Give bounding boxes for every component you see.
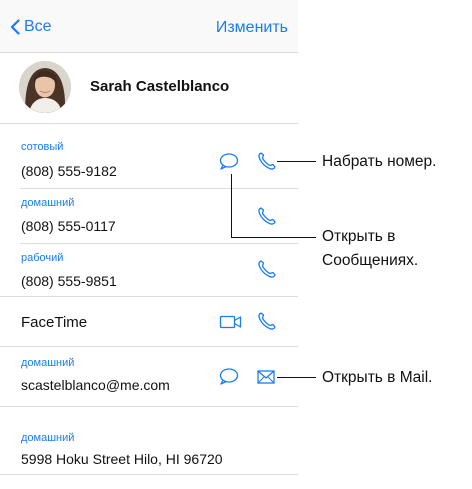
contact-header: Sarah Castelblanco bbox=[0, 53, 298, 123]
email-address[interactable]: scastelblanco@me.com bbox=[21, 377, 170, 393]
back-button[interactable]: Все bbox=[10, 18, 52, 36]
address-label: домашний bbox=[21, 432, 75, 444]
back-button-label: Все bbox=[24, 18, 52, 35]
message-icon[interactable] bbox=[218, 367, 240, 387]
callout-line-dial bbox=[277, 161, 316, 162]
divider bbox=[0, 346, 298, 347]
callout-messages-line2: Сообщениях. bbox=[322, 252, 419, 269]
avatar bbox=[19, 61, 71, 113]
address-value[interactable]: 5998 Hoku Street Hilo, HI 96720 bbox=[21, 451, 223, 467]
phone-icon[interactable] bbox=[256, 150, 278, 172]
divider bbox=[0, 123, 298, 124]
phone-label: домашний bbox=[21, 197, 75, 209]
phone-number[interactable]: (808) 555-0117 bbox=[21, 218, 116, 234]
edit-button[interactable]: Изменить bbox=[216, 19, 288, 37]
mail-icon[interactable] bbox=[256, 369, 278, 385]
phone-icon[interactable] bbox=[256, 310, 278, 332]
divider bbox=[0, 296, 298, 297]
divider bbox=[20, 188, 298, 189]
callout-dial: Набрать номер. bbox=[322, 153, 437, 170]
email-label: домашний bbox=[21, 357, 75, 369]
phone-icon[interactable] bbox=[256, 258, 278, 280]
facetime-label: FaceTime bbox=[21, 314, 88, 331]
callout-line-mail bbox=[277, 377, 316, 378]
callout-line-messages-vertical bbox=[231, 174, 232, 238]
phone-label: рабочий bbox=[21, 252, 64, 264]
callout-line-messages-horizontal bbox=[231, 237, 316, 238]
divider bbox=[0, 474, 298, 475]
divider bbox=[0, 406, 298, 407]
phone-number[interactable]: (808) 555-9851 bbox=[21, 273, 117, 289]
callout-mail: Открыть в Mail. bbox=[322, 369, 433, 386]
divider bbox=[20, 243, 298, 244]
phone-number[interactable]: (808) 555-9182 bbox=[21, 163, 117, 179]
navigation-bar: Все Изменить bbox=[0, 0, 298, 53]
phone-label: сотовый bbox=[21, 141, 64, 153]
phone-icon[interactable] bbox=[256, 205, 278, 227]
video-camera-icon[interactable] bbox=[219, 313, 243, 331]
chevron-left-icon bbox=[10, 19, 20, 35]
contact-name: Sarah Castelblanco bbox=[90, 78, 230, 95]
callout-messages-line1: Открыть в bbox=[322, 228, 396, 245]
contact-card-screen: Все Изменить Sarah Castelblanco сотовый … bbox=[0, 0, 298, 489]
message-icon[interactable] bbox=[218, 152, 240, 172]
